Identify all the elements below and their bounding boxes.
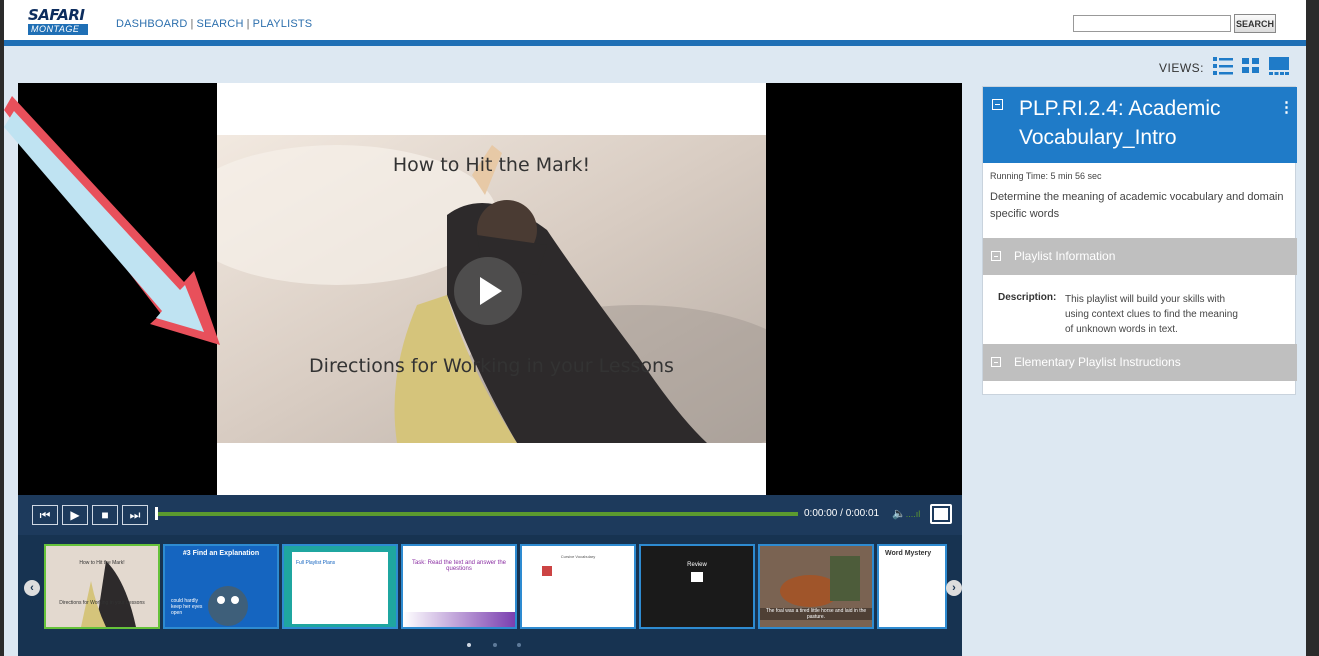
annotation-arrow [4,96,220,345]
playlist-description-line: of unknown words in text. [1065,324,1178,335]
panel-header: PLP.RI.2.4: Academic Vocabulary_Intro ⋮ [983,87,1297,163]
section-title: Elementary Playlist Instructions [1014,355,1181,369]
grid-view-icon[interactable] [1240,55,1262,77]
thumbnail-image [46,546,158,627]
playlist-description-line: using context clues to find the meaning [1065,309,1238,320]
thumbnail-6[interactable]: Review [639,544,755,629]
thumbnail-label: Cursive Vocabulary [560,554,596,559]
player-controls: ⏮ ▶ ■ ⏭ 0:00:00 / 0:00:01 🔈....ıl [18,495,962,535]
search-input[interactable] [1073,15,1231,32]
collapse-icon [991,251,1001,261]
skip-back-button[interactable]: ⏮ [32,505,58,525]
screen-frame: SAFARI MONTAGE DASHBOARD | SEARCH | PLAYLIST… [0,0,1319,656]
playlist-description-line: This playlist will build your skills wit… [1065,294,1226,305]
video-subtitle-text: Directions for Working in your Lessons [309,355,674,377]
thumbnail-sub: could hardly keep her eyes open [171,598,203,616]
thumbnail-3[interactable]: Full Playlist Plans [282,544,398,629]
thumbnail-5[interactable]: Cursive Vocabulary [520,544,636,629]
thumbnail-image [208,586,248,626]
page: SAFARI MONTAGE DASHBOARD | SEARCH | PLAYLIST… [4,0,1306,656]
item-description: Determine the meaning of academic vocabu… [990,191,1284,220]
thumbnail-label: Word Mystery [885,550,932,557]
thumbnail-8[interactable]: Word Mystery [877,544,947,629]
thumbnail-sub: Directions for Working in your Lessons [59,600,145,606]
thumbnail-strip: ‹ How to Hit the Mark! Directions for Wo… [18,535,962,656]
playlist-description-label: Description: [998,292,1057,303]
section-title: Playlist Information [1014,249,1116,263]
thumbnail-label: Full Playlist Plans [296,560,336,566]
thumbnail-label: Review [687,562,707,568]
thumbnail-1[interactable]: How to Hit the Mark! Directions for Work… [44,544,160,629]
panel-title: PLP.RI.2.4: Academic Vocabulary_Intro [1019,97,1221,149]
pager-dot[interactable] [493,643,497,647]
thumbnail-4[interactable]: Task: Read the text and answer the quest… [401,544,517,629]
thumbnail-label: Task: Read the text and answer the quest… [411,560,507,572]
stop-button[interactable]: ■ [92,505,118,525]
play-overlay-button[interactable] [454,257,522,325]
more-options-icon[interactable]: ⋮ [1279,98,1294,116]
thumbnail-label: #3 Find an Explanation [182,550,260,557]
playlist-panel: PLP.RI.2.4: Academic Vocabulary_Intro ⋮ … [982,86,1297,395]
list-view-icon[interactable] [1212,55,1234,77]
collapse-icon[interactable] [992,99,1003,110]
thumbs-next-arrow[interactable]: › [946,580,962,596]
play-button[interactable]: ▶ [62,505,88,525]
thumbnail-7[interactable]: The foal was a tired little horse and la… [758,544,874,629]
thumbnail-label: The foal was a tired little horse and la… [760,608,872,620]
theater-view-icon[interactable] [1268,55,1290,77]
skip-forward-button[interactable]: ⏭ [122,505,148,525]
time-display: 0:00:00 / 0:00:01 [804,508,880,519]
progress-handle[interactable] [155,507,158,520]
section-elementary-instructions[interactable]: Elementary Playlist Instructions [983,344,1297,381]
video-title-text: How to Hit the Mark! [392,154,591,176]
thumbnail-label: How to Hit the Mark! [79,560,125,566]
running-time: Running Time: 5 min 56 sec [990,171,1102,181]
pager-dot[interactable] [467,643,471,647]
pager-dot[interactable] [517,643,521,647]
search-button[interactable]: SEARCH [1234,14,1276,33]
progress-bar[interactable] [158,512,798,516]
thumbs-prev-arrow[interactable]: ‹ [24,580,40,596]
playlist-description: This playlist will build your skills wit… [1065,292,1289,337]
volume-icon[interactable]: 🔈....ıl [892,507,920,520]
views-label: VIEWS: [1159,61,1205,75]
video-frame: How to Hit the Mark! Directions for Work… [217,83,766,495]
collapse-icon [991,357,1001,367]
fullscreen-icon[interactable] [930,504,952,524]
section-playlist-information[interactable]: Playlist Information [983,238,1297,275]
thumbnail-2[interactable]: #3 Find an Explanation could hardly keep… [163,544,279,629]
